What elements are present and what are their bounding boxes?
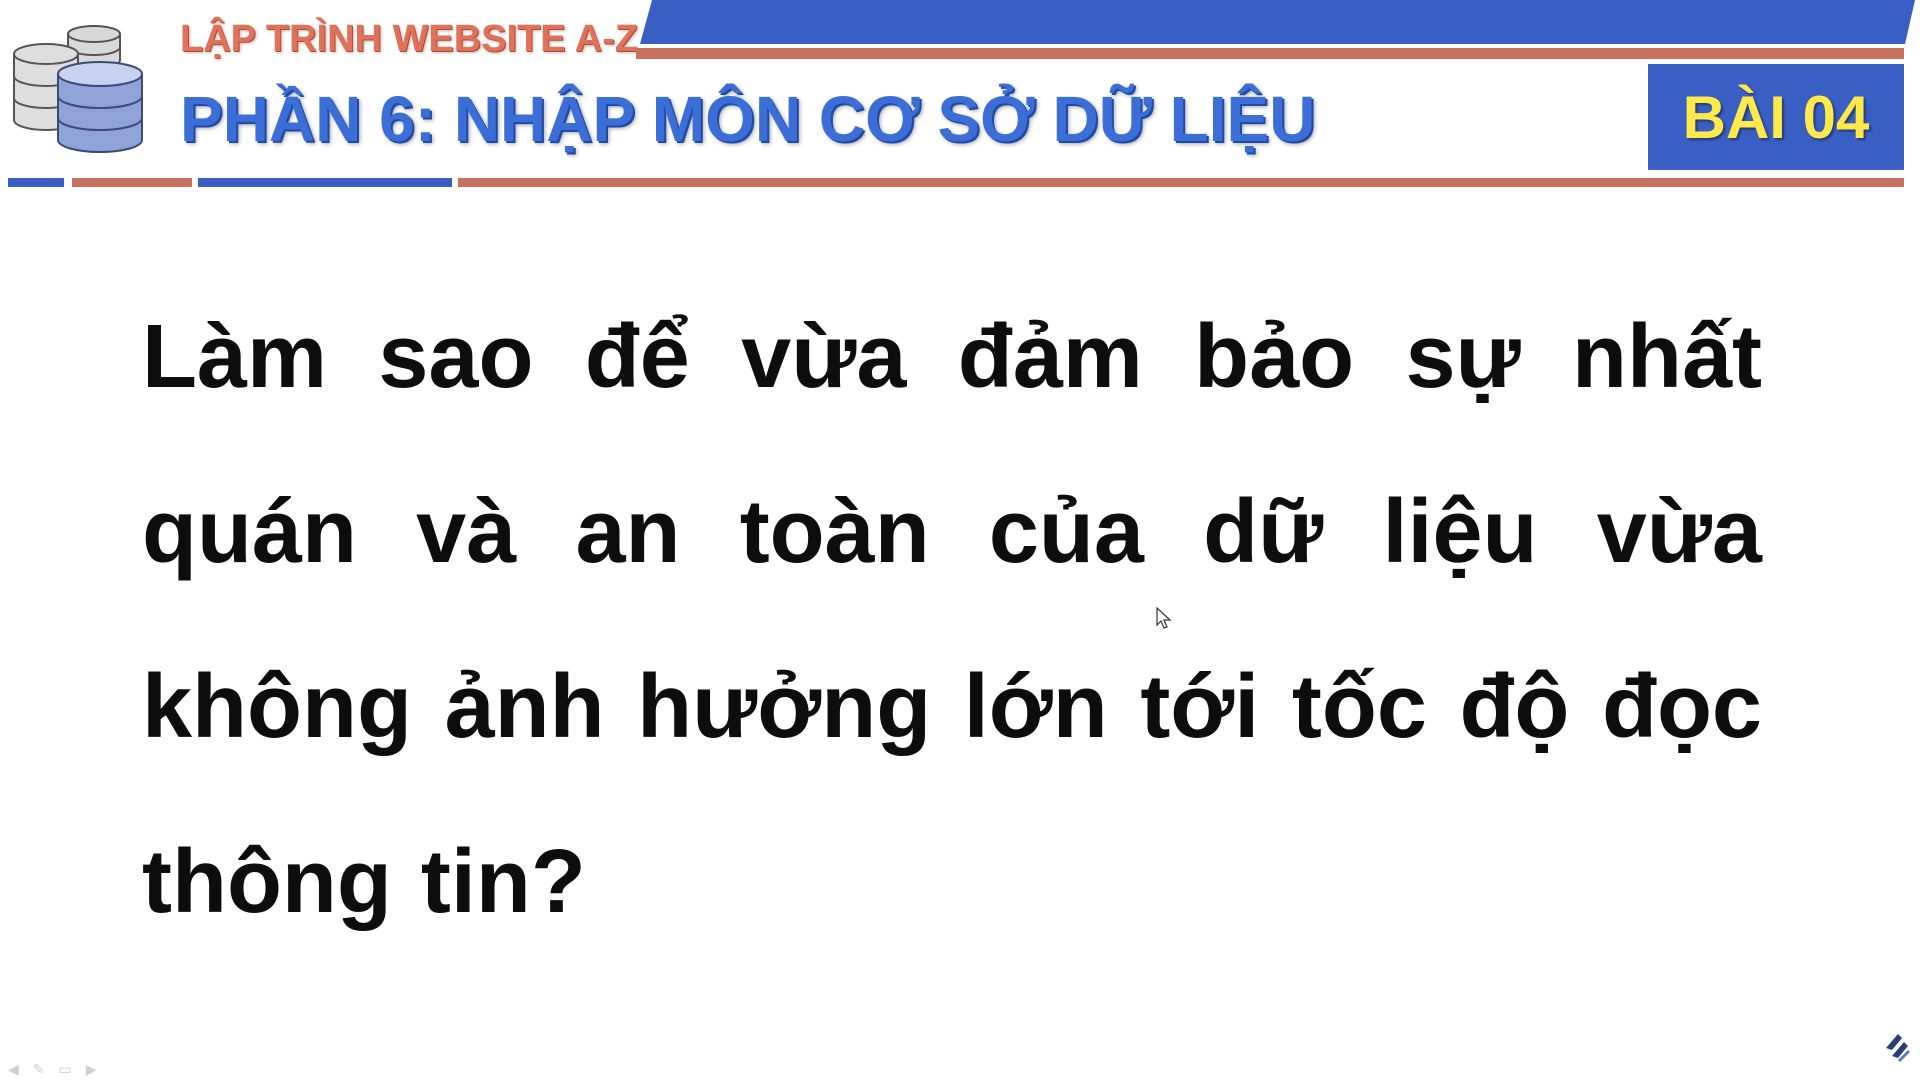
question-text: Làm sao để vừa đảm bảo sự nhất quán và a… [142,307,1762,932]
section-title: PHẦN 6: NHẬP MÔN CƠ SỞ DỮ LIỆU [180,83,1316,155]
slide: LẬP TRÌNH WEBSITE A-Z PHẦN 6: NHẬP MÔN C… [0,0,1920,1080]
arrow-left-icon[interactable]: ◀ [8,1062,19,1078]
lesson-label: BÀI 04 [1682,83,1870,151]
header-accent-bar-red [636,48,1904,59]
divider-segment [72,178,192,187]
mouse-pointer-icon [1156,607,1172,629]
arrow-right-icon[interactable]: ▶ [86,1062,97,1078]
presentation-controls: ◀ ✎ ▭ ▶ [8,1062,97,1078]
lesson-badge: BÀI 04 [1648,64,1904,170]
menu-icon[interactable]: ▭ [59,1062,72,1078]
divider-segment [198,178,452,187]
divider-segment [8,178,64,187]
course-subtitle: LẬP TRÌNH WEBSITE A-Z [180,18,639,60]
pen-icon[interactable]: ✎ [33,1062,45,1078]
header-accent-bar-blue [640,0,1915,44]
brand-logo-icon [1886,1034,1910,1062]
divider-segment [458,178,1904,187]
database-stack-icon [13,25,143,153]
